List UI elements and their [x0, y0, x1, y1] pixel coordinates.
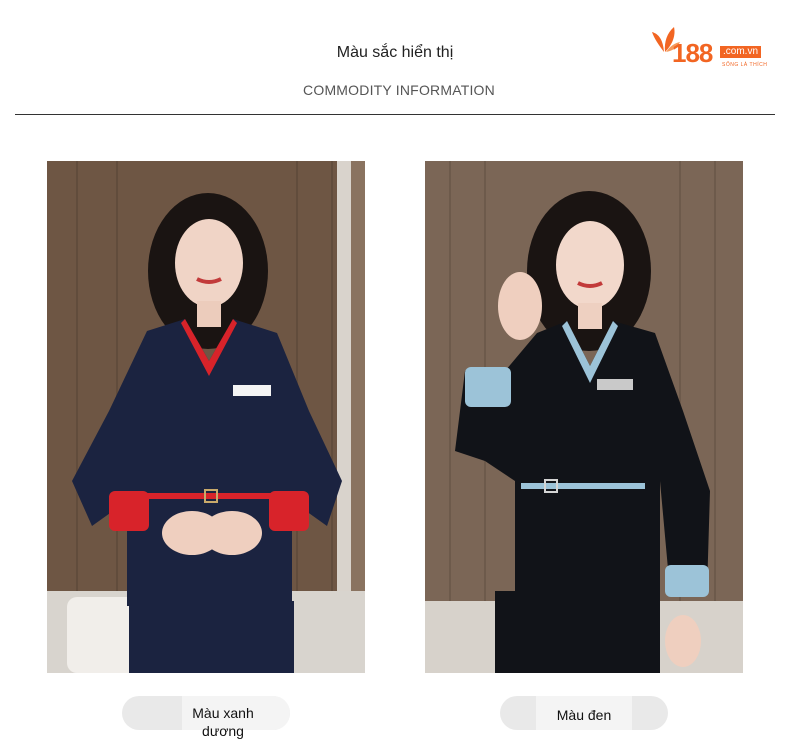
color-option-navy[interactable]: Màu xanh dương — [122, 696, 290, 739]
product-photo-black[interactable] — [425, 161, 743, 673]
color-option-black[interactable]: Màu đen — [500, 696, 668, 730]
page-subtitle: COMMODITY INFORMATION — [303, 82, 495, 98]
logo-number: 188 — [672, 38, 713, 68]
color-option-label: Màu đen — [556, 707, 612, 723]
header-divider — [15, 114, 775, 115]
brand-logo[interactable]: 188 .com.vn SỐNG LÀ THÍCH — [650, 20, 775, 72]
logo-domain: .com.vn — [720, 46, 762, 58]
logo-tagline: SỐNG LÀ THÍCH — [722, 62, 768, 68]
product-photo-navy[interactable] — [47, 161, 365, 673]
color-option-label: Màu xanh dương — [192, 705, 254, 739]
